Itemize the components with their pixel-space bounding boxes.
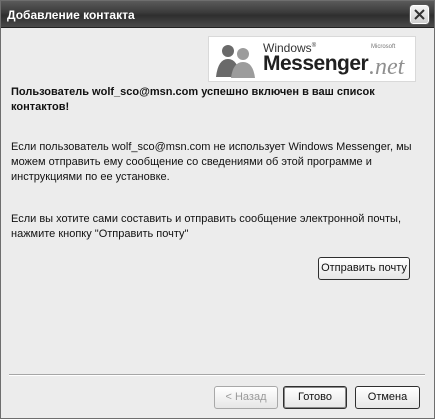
logo-messenger-text: Messenger: [263, 52, 369, 75]
windows-messenger-logo: Windows® Messenger Microsoft .net: [208, 36, 416, 82]
close-button[interactable]: [409, 4, 430, 25]
messenger-people-icon: [216, 45, 255, 78]
add-contact-dialog: Добавление контакта Windows® Messenger M…: [0, 0, 435, 419]
logo-net-text: .net: [369, 54, 405, 80]
window-title: Добавление контакта: [7, 8, 135, 22]
success-message: Пользователь wolf_sco@msn.com успешно вк…: [11, 86, 375, 113]
logo-microsoft-text: Microsoft: [371, 44, 396, 50]
title-bar: Добавление контакта: [1, 1, 434, 28]
footer-divider: [9, 374, 425, 376]
done-button[interactable]: Готово: [283, 386, 347, 409]
send-mail-button[interactable]: Отправить почту: [318, 257, 410, 280]
cancel-button[interactable]: Отмена: [355, 386, 420, 409]
invite-info-text: Если пользователь wolf_sco@msn.com не ис…: [11, 141, 412, 183]
send-mail-info-text: Если вы хотите сами составить и отправит…: [11, 213, 401, 240]
close-icon: [414, 9, 425, 20]
dialog-content: Windows® Messenger Microsoft .net Пользо…: [5, 29, 430, 414]
back-button[interactable]: < Назад: [214, 386, 278, 409]
